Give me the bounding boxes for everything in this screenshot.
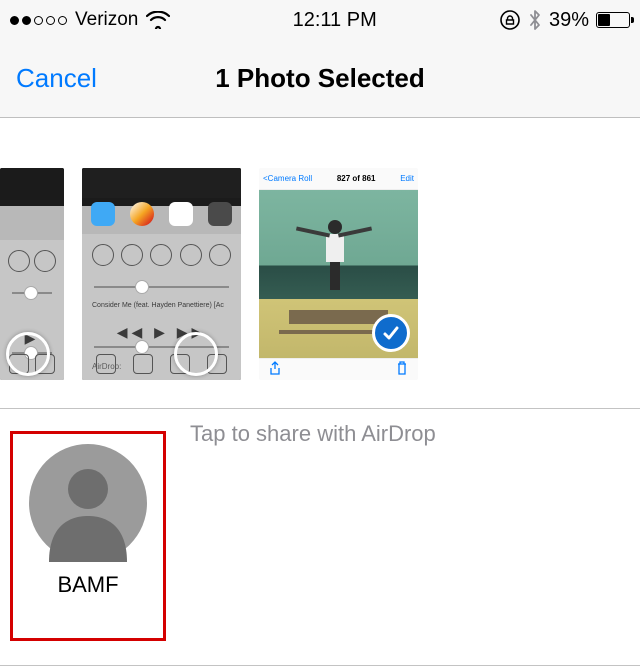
status-bar: Verizon 12:11 PM 39% bbox=[0, 0, 640, 40]
annotation-circle-icon bbox=[174, 332, 218, 376]
media-controls-icon: ◀◀ ▶ ▶▶ bbox=[82, 324, 241, 341]
photo-thumbnail[interactable]: Consider Me (feat. Hayden Panettiere) [A… bbox=[82, 168, 241, 380]
battery-icon bbox=[596, 12, 630, 28]
back-label: <Camera Roll bbox=[263, 174, 312, 183]
cancel-button[interactable]: Cancel bbox=[16, 63, 97, 94]
status-right: 39% bbox=[499, 9, 630, 32]
airdrop-contact-name: BAMF bbox=[57, 572, 118, 598]
annotation-circle-icon bbox=[6, 332, 50, 376]
checkmark-icon bbox=[372, 314, 410, 352]
edit-label: Edit bbox=[400, 174, 414, 183]
photo-strip[interactable]: ▶ Consider Me (feat. Hayden Panettiere) … bbox=[0, 118, 640, 408]
nav-bar: Cancel 1 Photo Selected bbox=[0, 40, 640, 118]
now-playing-label: Consider Me (feat. Hayden Panettiere) [A… bbox=[92, 302, 231, 309]
orientation-lock-icon bbox=[499, 9, 521, 31]
airdrop-section: Tap to share with AirDrop BAMF bbox=[0, 408, 640, 666]
trash-icon bbox=[396, 361, 408, 378]
status-left: Verizon bbox=[10, 9, 170, 31]
carrier-label: Verizon bbox=[75, 9, 138, 31]
photo-thumbnail[interactable]: ▶ bbox=[0, 168, 64, 380]
airdrop-contact[interactable]: BAMF bbox=[10, 431, 166, 641]
battery-percentage: 39% bbox=[549, 9, 589, 32]
avatar-icon bbox=[29, 444, 147, 562]
airdrop-hint: Tap to share with AirDrop bbox=[190, 421, 436, 447]
photo-counter: 827 of 861 bbox=[337, 174, 376, 183]
photo-thumbnail-selected[interactable]: <Camera Roll 827 of 861 Edit bbox=[259, 168, 418, 380]
share-icon bbox=[269, 361, 281, 378]
wifi-icon bbox=[146, 11, 170, 29]
cellular-signal-icon bbox=[10, 16, 67, 25]
bluetooth-icon bbox=[528, 9, 542, 31]
clock: 12:11 PM bbox=[293, 9, 377, 32]
